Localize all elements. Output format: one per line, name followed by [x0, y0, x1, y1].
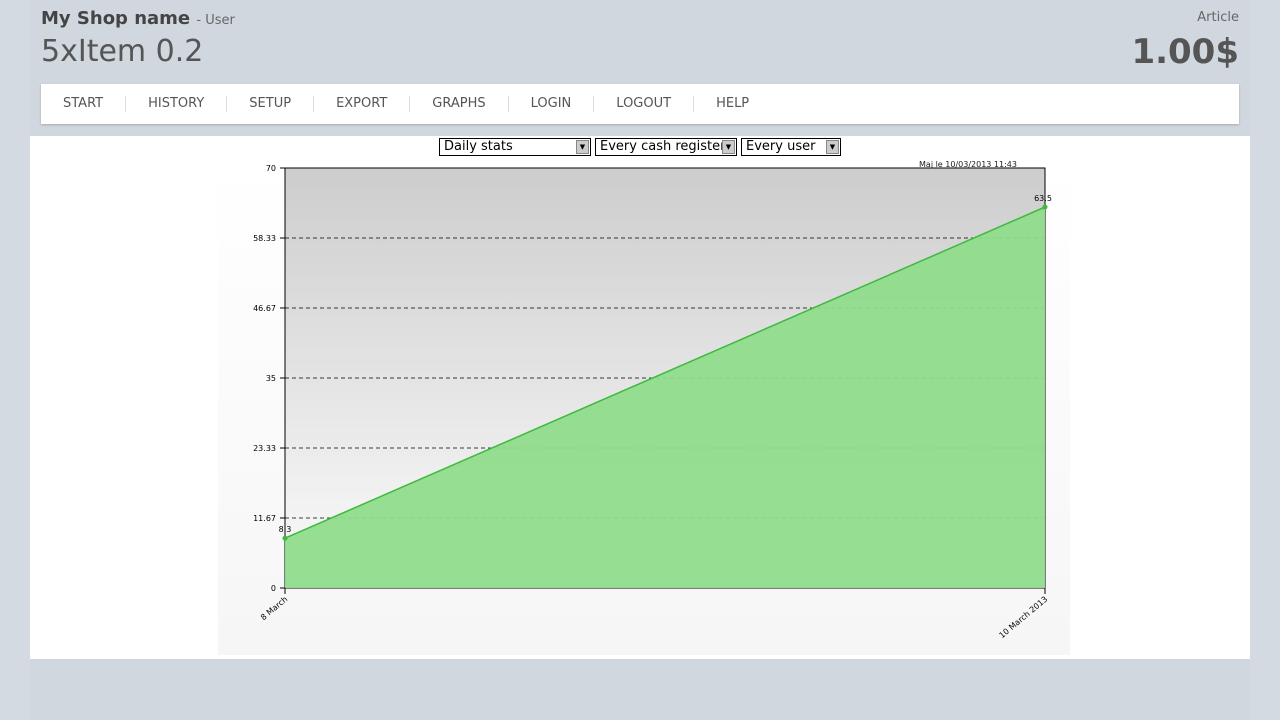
- period-select[interactable]: Daily stats ▼: [439, 138, 591, 156]
- y-tick-label: 23.33: [253, 444, 276, 453]
- register-value: Every cash register: [600, 139, 726, 154]
- user-label: - User: [196, 13, 235, 28]
- price: 1.00$: [1131, 32, 1239, 72]
- nav-login[interactable]: LOGIN: [509, 96, 595, 112]
- user-select[interactable]: Every user ▼: [741, 138, 841, 156]
- nav-start[interactable]: START: [41, 96, 127, 112]
- y-tick-label: 0: [271, 584, 276, 593]
- nav-setup[interactable]: SETUP: [227, 96, 315, 112]
- updated-label: Maj le 10/03/2013 11:43: [919, 160, 1017, 169]
- y-tick-label: 58.33: [253, 234, 276, 243]
- nav-export[interactable]: EXPORT: [314, 96, 411, 112]
- register-select[interactable]: Every cash register ▼: [595, 138, 737, 156]
- article-label: Article: [1197, 10, 1239, 25]
- shop-name: My Shop name - User: [41, 8, 235, 29]
- data-point: [282, 535, 288, 541]
- chevron-down-icon: ▼: [826, 140, 839, 154]
- item-title: 5xItem 0.2: [41, 34, 204, 69]
- nav-graphs[interactable]: GRAPHS: [410, 96, 509, 112]
- user-value: Every user: [746, 139, 816, 154]
- stats-chart: 8.363.5011.6723.333546.6758.33708 March 1…: [218, 160, 1070, 655]
- y-tick-label: 70: [266, 164, 276, 173]
- y-tick-label: 46.67: [253, 304, 276, 313]
- content: Daily stats ▼ Every cash register ▼ Every …: [30, 136, 1250, 659]
- chevron-down-icon: ▼: [722, 140, 735, 154]
- data-label: 8.3: [279, 525, 292, 534]
- y-tick-label: 35: [266, 374, 276, 383]
- data-label: 63.5: [1034, 194, 1052, 203]
- chevron-down-icon: ▼: [576, 140, 589, 154]
- main-nav: START HISTORY SETUP EXPORT GRAPHS LOGIN …: [41, 84, 1239, 124]
- page: My Shop name - User 5xItem 0.2 Article 1…: [30, 0, 1250, 720]
- data-point: [1042, 204, 1048, 210]
- nav-logout[interactable]: LOGOUT: [594, 96, 695, 112]
- nav-history[interactable]: HISTORY: [126, 96, 228, 112]
- period-value: Daily stats: [444, 139, 513, 154]
- nav-help[interactable]: HELP: [694, 96, 771, 112]
- y-tick-label: 11.67: [253, 514, 276, 523]
